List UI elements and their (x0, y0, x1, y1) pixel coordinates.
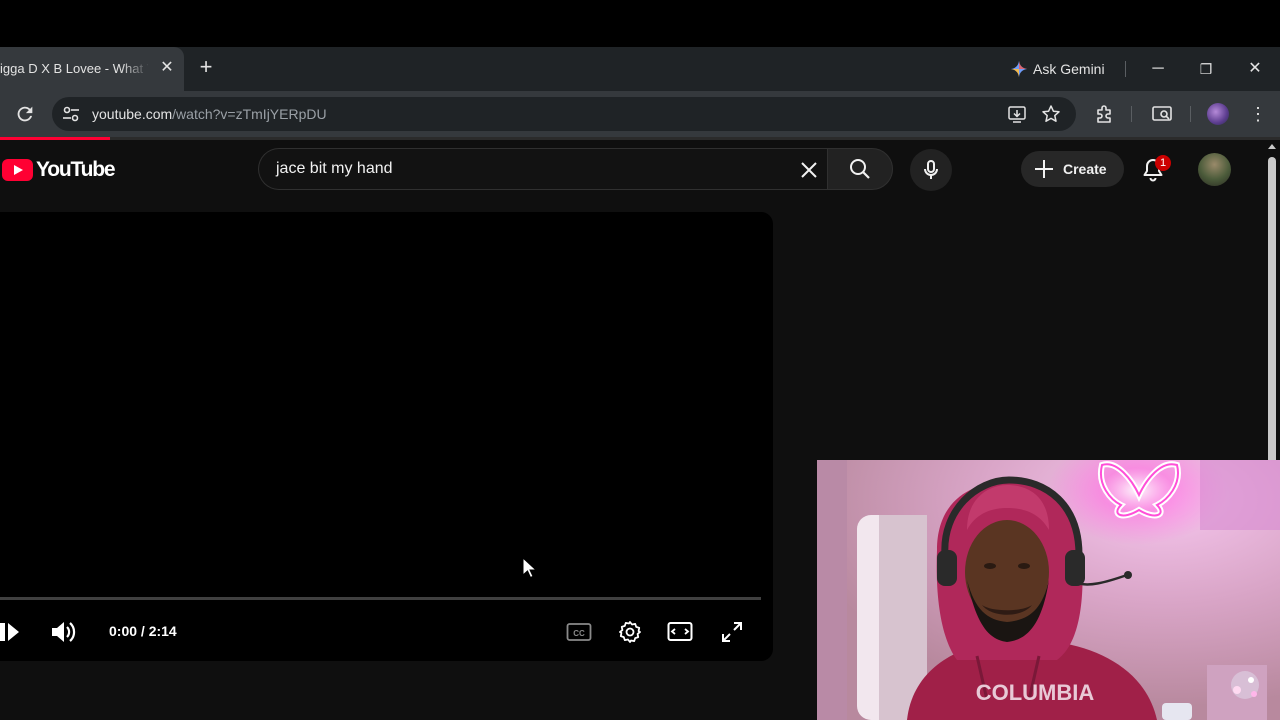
separator (1125, 61, 1126, 77)
url-path: /watch?v=zTmIjYERpDU (172, 106, 327, 122)
url-text: youtube.com/watch?v=zTmIjYERpDU (92, 106, 327, 122)
mic-icon (924, 160, 938, 179)
webcam-overlay: COLUMBIA (817, 460, 1280, 720)
new-tab-button[interactable]: + (195, 56, 217, 79)
browser-menu-icon[interactable]: ⋮ (1249, 103, 1267, 125)
clear-search-icon[interactable] (797, 158, 821, 182)
url-domain: youtube.com (92, 106, 173, 122)
ask-gemini-button[interactable]: Ask Gemini (1005, 55, 1115, 83)
gemini-icon (1011, 61, 1027, 77)
browser-tab[interactable]: igga D X B Lovee - What Y ✕ (0, 47, 184, 91)
webcam-scene: COLUMBIA (817, 460, 1280, 720)
play-icon[interactable] (0, 621, 20, 643)
address-bar-row: youtube.com/watch?v=zTmIjYERpDU ⋮ (0, 91, 1280, 137)
tab-close-icon[interactable]: ✕ (157, 58, 177, 78)
voice-search-button[interactable] (910, 149, 952, 191)
search-icon (850, 159, 870, 179)
fullscreen-icon[interactable] (720, 620, 744, 644)
separator (1131, 106, 1132, 122)
scroll-up-arrow-icon[interactable] (1266, 141, 1278, 153)
restore-button[interactable]: ❐ (1191, 55, 1221, 83)
create-label: Create (1063, 161, 1107, 177)
profile-avatar[interactable] (1207, 103, 1229, 125)
scrollbar-thumb[interactable] (1268, 157, 1276, 467)
shirt-text: COLUMBIA (976, 680, 1095, 705)
youtube-logo-text: YouTube (36, 158, 116, 181)
tab-title-fade (120, 57, 150, 81)
screen: igga D X B Lovee - What Y ✕ + Ask Gemini… (0, 0, 1280, 720)
media-icon[interactable] (1151, 103, 1173, 125)
search-input[interactable]: jace bit my hand (258, 148, 828, 190)
omnibox[interactable]: youtube.com/watch?v=zTmIjYERpDU (52, 97, 1076, 131)
separator (1190, 106, 1191, 122)
notification-badge: 1 (1155, 155, 1171, 171)
extensions-icon[interactable] (1094, 103, 1116, 125)
page-load-progress (0, 137, 110, 140)
page-load-track (110, 137, 1280, 140)
star-icon[interactable] (1041, 104, 1061, 124)
svg-text:CC: CC (573, 629, 585, 638)
youtube-logo[interactable]: YouTube (2, 158, 116, 182)
mouse-cursor-icon (522, 557, 538, 579)
minimize-button[interactable]: ─ (1143, 55, 1173, 83)
search-button[interactable] (827, 148, 893, 190)
ask-gemini-label: Ask Gemini (1033, 61, 1105, 77)
account-avatar[interactable] (1198, 153, 1231, 186)
install-icon[interactable] (1007, 104, 1027, 124)
reload-icon[interactable] (14, 103, 36, 125)
video-player[interactable]: 0:00 / 2:14 CC (0, 212, 773, 661)
search-query: jace bit my hand (276, 160, 393, 177)
time-display: 0:00 / 2:14 (109, 623, 177, 639)
cc-icon[interactable]: CC (566, 621, 592, 643)
top-black-bar (0, 0, 1280, 47)
create-button[interactable]: Create (1021, 151, 1124, 187)
theater-mode-icon[interactable] (667, 620, 693, 644)
tune-icon[interactable] (62, 106, 80, 122)
youtube-play-logo-icon (2, 159, 33, 181)
plus-icon (1035, 160, 1053, 178)
volume-icon[interactable] (49, 618, 77, 646)
video-progress-bar[interactable] (0, 597, 761, 600)
settings-icon[interactable] (617, 619, 643, 645)
close-window-button[interactable]: ✕ (1240, 55, 1270, 83)
tab-strip: igga D X B Lovee - What Y ✕ + Ask Gemini… (0, 47, 1280, 91)
